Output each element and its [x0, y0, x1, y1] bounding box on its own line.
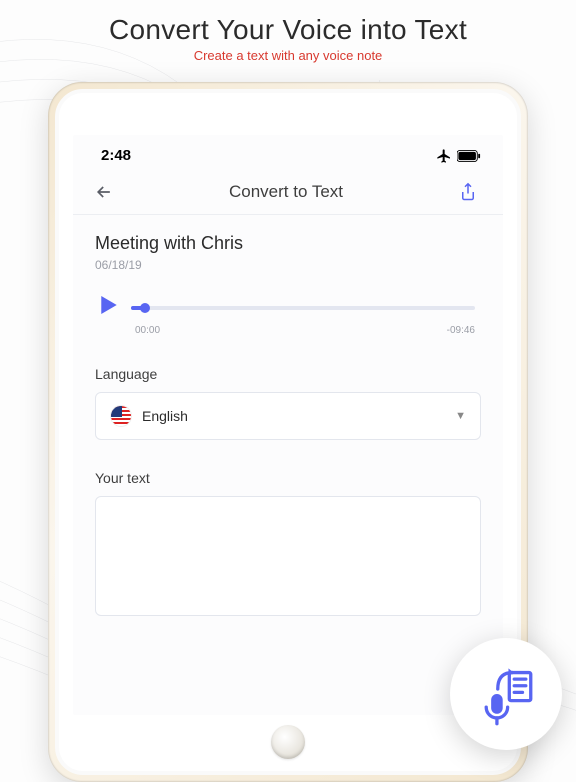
progress-slider[interactable] — [131, 306, 475, 310]
language-select[interactable]: English ▼ — [95, 392, 481, 440]
airplane-mode-icon — [436, 148, 452, 164]
promo-header: Convert Your Voice into Text Create a te… — [0, 0, 576, 63]
note-title: Meeting with Chris — [95, 233, 481, 254]
home-button[interactable] — [271, 725, 305, 759]
promo-subtitle: Create a text with any voice note — [0, 48, 576, 63]
chevron-down-icon: ▼ — [455, 410, 466, 422]
note-date: 06/18/19 — [95, 258, 481, 272]
play-icon — [101, 296, 117, 314]
language-selected: English — [142, 408, 445, 424]
convert-fab[interactable] — [450, 638, 562, 750]
share-button[interactable] — [455, 182, 481, 202]
time-elapsed: 00:00 — [135, 325, 160, 336]
time-remaining: -09:46 — [447, 325, 475, 336]
back-arrow-icon — [94, 182, 114, 202]
status-bar: 2:48 — [73, 135, 503, 168]
language-label: Language — [95, 366, 481, 382]
transcription-textarea[interactable] — [95, 496, 481, 616]
textbox-label: Your text — [95, 470, 481, 486]
page-title: Convert to Text — [117, 182, 455, 202]
status-time: 2:48 — [101, 147, 131, 164]
promo-title: Convert Your Voice into Text — [0, 14, 576, 46]
app-screen: 2:48 Convert to Text Meeting with Chris … — [73, 135, 503, 715]
play-button[interactable] — [101, 296, 117, 319]
nav-bar: Convert to Text — [73, 168, 503, 215]
share-icon — [459, 182, 477, 202]
flag-us-icon — [110, 405, 132, 427]
voice-to-text-icon — [473, 661, 539, 727]
back-button[interactable] — [91, 182, 117, 202]
audio-player: 00:00 -09:46 — [95, 296, 481, 336]
battery-icon — [457, 150, 481, 162]
